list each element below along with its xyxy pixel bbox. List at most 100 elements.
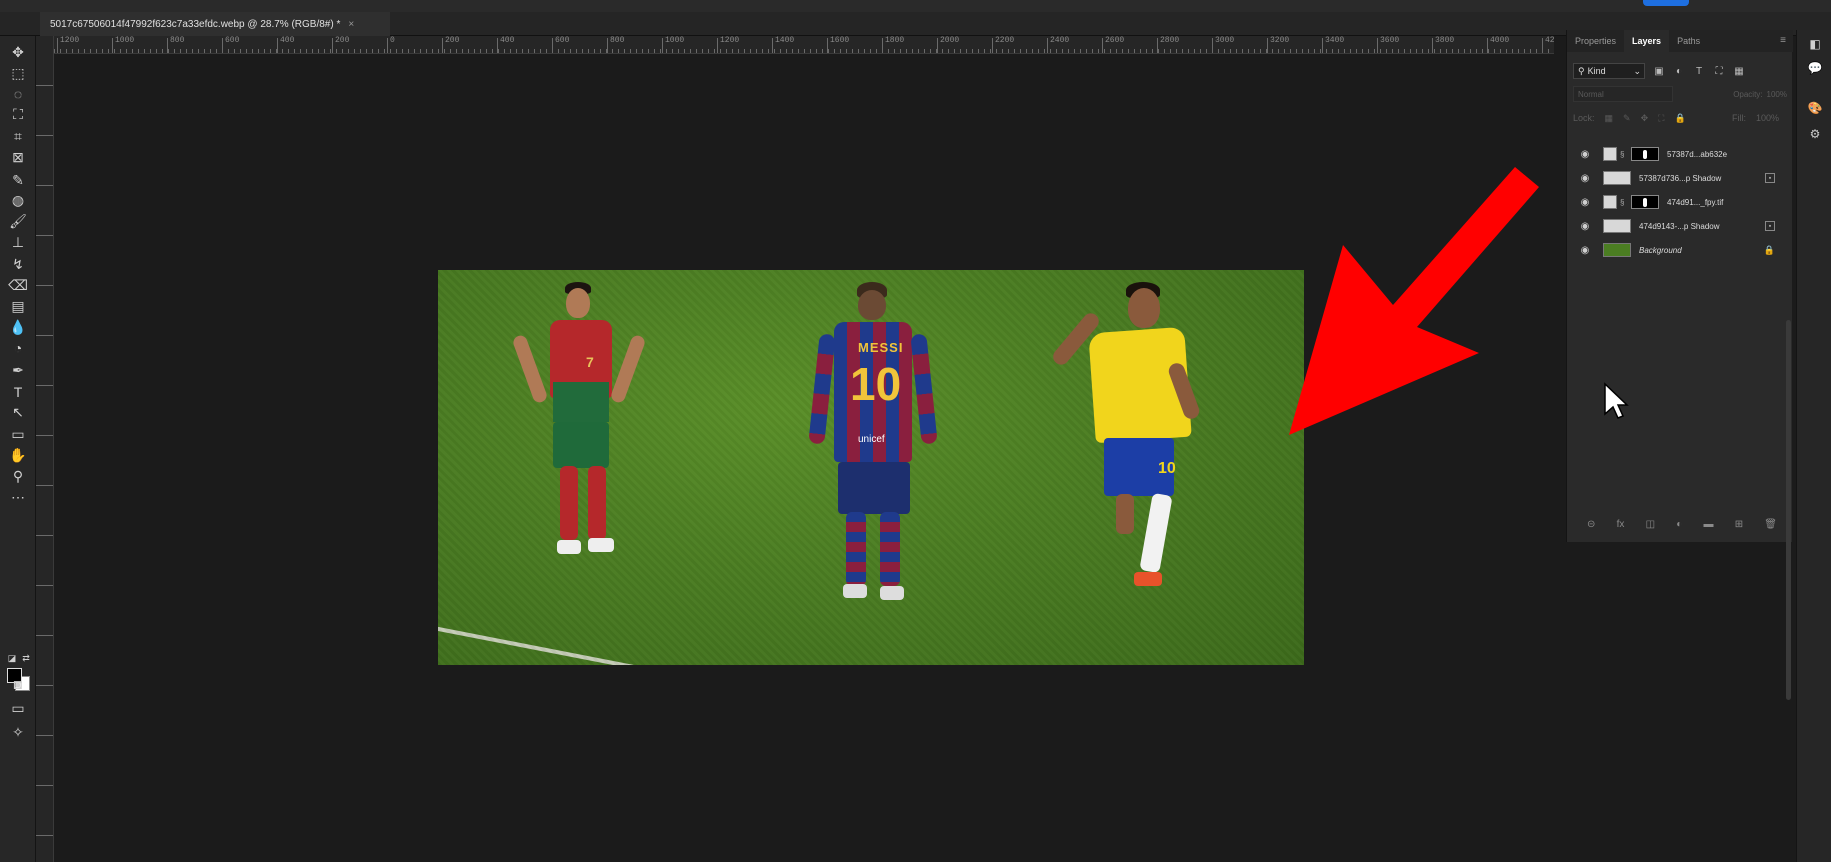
pen-tool-icon[interactable]: ✒ xyxy=(8,360,28,380)
trash-icon[interactable]: 🗑 xyxy=(1764,519,1777,530)
ruler-label: 1400 xyxy=(771,36,795,53)
smart-object-filter-icon[interactable]: ▦ xyxy=(1733,65,1745,77)
clone-stamp-tool-icon[interactable]: ⊥ xyxy=(8,232,28,252)
share-button[interactable] xyxy=(1643,0,1689,6)
lock-pixels-icon[interactable]: ✎ xyxy=(1623,113,1631,124)
tab-paths[interactable]: Paths xyxy=(1669,30,1708,52)
blend-mode-select[interactable]: Normal xyxy=(1573,86,1673,102)
lock-transparency-icon[interactable]: ▦ xyxy=(1605,113,1614,124)
ruler-label: 200 xyxy=(441,36,460,53)
layer-thumbnail xyxy=(1603,147,1617,161)
gradient-tool-icon[interactable]: ▤ xyxy=(8,296,28,316)
screen-mode-icon[interactable]: ▭ xyxy=(8,698,28,718)
generative-icon[interactable]: ✧ xyxy=(8,722,28,742)
chevron-down-icon: ⌄ xyxy=(1633,65,1641,76)
healing-brush-tool-icon[interactable]: ◍ xyxy=(8,190,28,210)
adjustment-layer-icon[interactable]: ◐ xyxy=(1676,519,1682,530)
ruler-label: 3600 xyxy=(1376,36,1400,53)
tools-panel: ◪ ⇄ ✥ ⬚ ◌ ⛶ ⌗ ⊠ ✎ ◍ 🖌 ⊥ ↯ ⌫ ▤ 💧 ◔ ✒ T ↖ ▭ ✋ ⚲ ⋯ ◙ ▭ ✧ xyxy=(0,36,36,862)
panel-toggle-icon[interactable]: ◧ xyxy=(1807,36,1823,52)
link-layers-icon[interactable]: ⊝ xyxy=(1587,519,1595,530)
layer-mask-thumbnail[interactable] xyxy=(1631,195,1659,209)
document-tab-bar: 5017c67506014f47992f623c7a33efdc.webp @ … xyxy=(0,12,1831,40)
layer-name: 474d9143-...p Shadow xyxy=(1639,221,1720,231)
more-tools-icon[interactable]: ⋯ xyxy=(8,487,28,507)
eraser-tool-icon[interactable]: ⌫ xyxy=(8,275,28,295)
adjustment-filter-icon[interactable]: ◐ xyxy=(1673,65,1685,77)
tab-layers[interactable]: Layers xyxy=(1624,30,1670,52)
eyedropper-tool-icon[interactable]: ✎ xyxy=(8,170,28,190)
horizontal-ruler: 1200 1000 800 600 400 200 0 200 400 600 800 1000 120… xyxy=(54,36,1554,54)
type-tool-icon[interactable]: T xyxy=(8,382,28,402)
ruler-label: 2600 xyxy=(1101,36,1125,53)
fx-icon[interactable]: fx xyxy=(1617,519,1625,530)
visibility-eye-icon[interactable]: ◉ xyxy=(1575,221,1595,232)
type-filter-icon[interactable]: T xyxy=(1693,65,1705,77)
ruler-label: 4000 xyxy=(1486,36,1510,53)
new-layer-icon[interactable]: ⊞ xyxy=(1735,519,1743,530)
brush-tool-icon[interactable]: 🖌 xyxy=(8,211,28,231)
visibility-eye-icon[interactable]: ◉ xyxy=(1575,245,1595,256)
fill-label: Fill: xyxy=(1731,113,1746,123)
layer-mask-thumbnail[interactable] xyxy=(1631,147,1659,161)
layer-name: 57387d...ab632e xyxy=(1667,149,1728,159)
history-brush-tool-icon[interactable]: ↯ xyxy=(8,254,28,274)
layer-row[interactable]: ◉ 57387d736...p Shadow ▪ xyxy=(1567,166,1793,190)
fill-value[interactable]: 100% xyxy=(1756,113,1779,123)
close-tab-icon[interactable]: × xyxy=(348,19,354,30)
layer-row[interactable]: ◉ Background 🔒 xyxy=(1567,238,1793,262)
move-tool-icon[interactable]: ✥ xyxy=(8,42,28,62)
visibility-eye-icon[interactable]: ◉ xyxy=(1575,173,1595,184)
mask-link-icon[interactable]: § xyxy=(1620,198,1628,207)
zoom-tool-icon[interactable]: ⚲ xyxy=(8,466,28,486)
opacity-control[interactable]: Opacity: 100% xyxy=(1687,86,1787,102)
lock-position-icon[interactable]: ✥ xyxy=(1641,113,1649,124)
kind-filter-dropdown[interactable]: ⚲ Kind ⌄ xyxy=(1573,63,1645,79)
ruler-label: 400 xyxy=(496,36,515,53)
crop-tool-icon[interactable]: ⌗ xyxy=(8,126,28,146)
pixel-filter-icon[interactable]: ▣ xyxy=(1653,65,1665,77)
lock-icon[interactable]: 🔒 xyxy=(1764,245,1775,256)
panel-scrollbar[interactable] xyxy=(1786,320,1791,700)
new-group-icon[interactable]: ▬ xyxy=(1703,519,1713,530)
rectangle-tool-icon[interactable]: ▭ xyxy=(8,424,28,444)
path-select-tool-icon[interactable]: ↖ xyxy=(8,402,28,422)
ruler-label: 800 xyxy=(166,36,185,53)
comments-icon[interactable]: 💬 xyxy=(1807,60,1823,76)
canvas-area[interactable]: 7 MESSI 10 unicef 10 xyxy=(55,55,1550,862)
vertical-ruler xyxy=(36,36,54,862)
ruler-label: 3200 xyxy=(1266,36,1290,53)
add-mask-icon[interactable]: ◫ xyxy=(1646,519,1655,530)
visibility-eye-icon[interactable]: ◉ xyxy=(1575,149,1595,160)
ruler-label: 1800 xyxy=(881,36,905,53)
brush-settings-icon[interactable]: 🎨 xyxy=(1807,100,1823,116)
marquee-tool-icon[interactable]: ⬚ xyxy=(8,63,28,83)
lasso-tool-icon[interactable]: ◌ xyxy=(8,84,28,104)
layer-name: 474d91..._fpy.tif xyxy=(1667,197,1724,207)
layer-row[interactable]: ◉ 474d9143-...p Shadow ▪ xyxy=(1567,214,1793,238)
layer-row[interactable]: ◉ § 57387d...ab632e xyxy=(1567,142,1793,166)
layer-row[interactable]: ◉ § 474d91..._fpy.tif xyxy=(1567,190,1793,214)
document-image[interactable]: 7 MESSI 10 unicef 10 xyxy=(438,270,1304,665)
document-tab[interactable]: 5017c67506014f47992f623c7a33efdc.webp @ … xyxy=(40,12,390,36)
opacity-value[interactable]: 100% xyxy=(1767,90,1787,99)
panel-menu-icon[interactable]: ≡ xyxy=(1780,35,1786,46)
mask-link-icon[interactable]: § xyxy=(1620,150,1628,159)
object-select-tool-icon[interactable]: ⛶ xyxy=(8,104,28,124)
blur-tool-icon[interactable]: 💧 xyxy=(8,317,28,337)
lock-artboard-icon[interactable]: ⛶ xyxy=(1658,113,1664,124)
lock-all-icon[interactable]: 🔒 xyxy=(1674,113,1685,124)
blend-row: Normal Opacity: 100% xyxy=(1573,86,1787,104)
quick-mask-icon[interactable]: ◙ xyxy=(8,674,28,694)
visibility-eye-icon[interactable]: ◉ xyxy=(1575,197,1595,208)
tab-properties[interactable]: Properties xyxy=(1567,30,1624,52)
frame-tool-icon[interactable]: ⊠ xyxy=(8,147,28,167)
opacity-label: Opacity: xyxy=(1733,89,1763,99)
dodge-tool-icon[interactable]: ◔ xyxy=(8,338,28,358)
shape-filter-icon[interactable]: ⛶ xyxy=(1713,65,1725,77)
adjustments-icon[interactable]: ⚙ xyxy=(1807,126,1823,142)
swap-colors-icon[interactable]: ⇄ xyxy=(16,648,36,668)
hand-tool-icon[interactable]: ✋ xyxy=(8,445,28,465)
player-barcelona: MESSI 10 unicef xyxy=(808,282,938,662)
layers-panel: Properties Layers Paths ≡ ⚲ Kind ⌄ ▣ ◐ T ⛶ ▦ N… xyxy=(1566,30,1793,542)
